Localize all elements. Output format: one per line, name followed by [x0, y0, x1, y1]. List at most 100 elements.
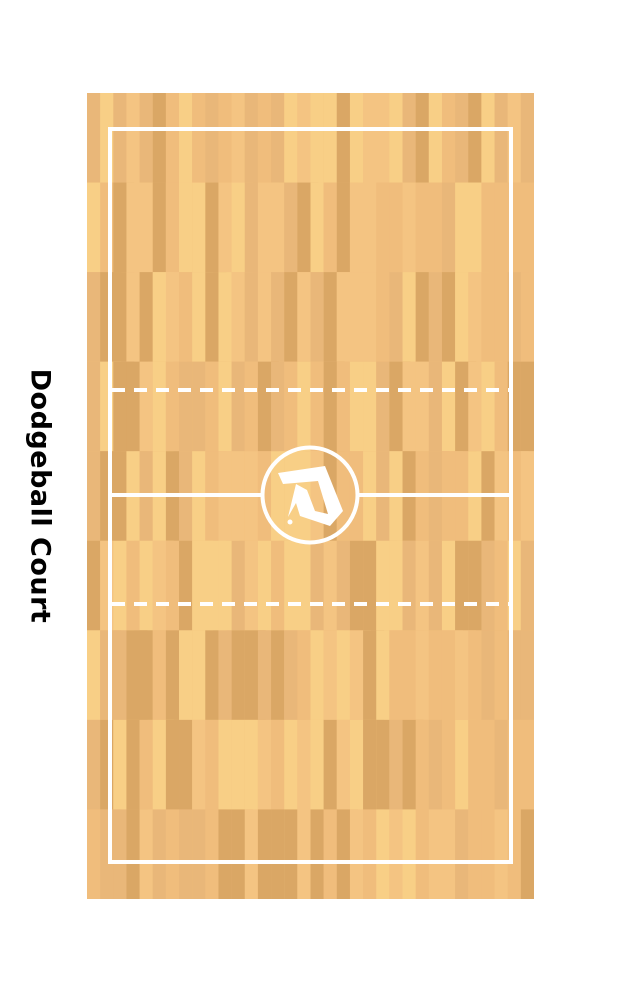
- floor-plank: [87, 540, 101, 631]
- floor-plank: [455, 809, 469, 899]
- floor-plank: [152, 809, 166, 899]
- floor-plank: [336, 719, 350, 810]
- floor-plank: [87, 630, 101, 720]
- floor-plank: [520, 93, 534, 183]
- floor-plank: [376, 809, 390, 899]
- floor-plank: [244, 272, 258, 362]
- floor-plank: [415, 272, 429, 362]
- floor-plank: [271, 719, 285, 810]
- floor-plank: [139, 540, 153, 631]
- floor-plank: [257, 719, 272, 810]
- floor-plank: [231, 540, 245, 631]
- floor-plank: [297, 719, 311, 810]
- floor-plank: [165, 809, 180, 899]
- floor-plank: [336, 630, 350, 720]
- floor-plank: [310, 272, 324, 362]
- floor-plank: [218, 630, 232, 720]
- floor-plank: [363, 272, 377, 362]
- floor-plank: [87, 272, 101, 362]
- floor-plank: [284, 809, 298, 899]
- floor-plank: [481, 272, 495, 362]
- floor-plank: [494, 93, 508, 183]
- floor-plank: [363, 719, 377, 810]
- floor-plank: [271, 272, 285, 362]
- floor-plank: [349, 182, 364, 273]
- floor-plank: [389, 719, 403, 810]
- floor-plank: [244, 361, 258, 452]
- floor-plank: [415, 361, 429, 452]
- floor-plank: [494, 361, 508, 452]
- floor-plank: [205, 630, 219, 720]
- floor-plank: [179, 630, 193, 720]
- floor-plank: [257, 630, 272, 720]
- floor-plank: [520, 719, 534, 810]
- floor-plank: [113, 93, 127, 183]
- floor-plank: [297, 272, 311, 362]
- floor-plank: [349, 809, 364, 899]
- floor-plank: [389, 93, 403, 183]
- floor-plank: [218, 719, 232, 810]
- floor-plank: [520, 361, 534, 452]
- floor-plank: [179, 361, 193, 452]
- floor-plank: [336, 272, 350, 362]
- floor-plank: [244, 719, 258, 810]
- floor-plank: [441, 540, 456, 631]
- floor-plank: [376, 540, 390, 631]
- floor-plank: [441, 93, 456, 183]
- floor-plank: [231, 272, 245, 362]
- floor-plank: [152, 182, 166, 273]
- floor-plank: [310, 719, 324, 810]
- floor-plank: [179, 93, 193, 183]
- floor-plank: [310, 451, 324, 541]
- floor-plank: [415, 540, 429, 631]
- floor-plank: [165, 630, 180, 720]
- floor-plank: [244, 540, 258, 631]
- floor-plank: [402, 361, 416, 452]
- floor-plank: [336, 182, 350, 273]
- floor-plank: [415, 630, 429, 720]
- floor-plank: [481, 93, 495, 183]
- floor-plank: [349, 361, 364, 452]
- floor-plank: [179, 719, 193, 810]
- floor-plank: [87, 93, 101, 183]
- floor-plank: [428, 182, 442, 273]
- floor-plank: [284, 272, 298, 362]
- floor-plank: [126, 182, 140, 273]
- floor-plank: [284, 182, 298, 273]
- floor-plank: [152, 361, 166, 452]
- floor-plank: [113, 719, 127, 810]
- floor-plank: [271, 93, 285, 183]
- floor-plank: [389, 630, 403, 720]
- floor-plank: [257, 809, 272, 899]
- floor-plank: [363, 361, 377, 452]
- floor-plank: [113, 809, 127, 899]
- floor-plank: [257, 93, 272, 183]
- floor-plank: [192, 93, 206, 183]
- floor-plank: [218, 361, 232, 452]
- floor-plank: [139, 809, 153, 899]
- floor-plank: [284, 361, 298, 452]
- floor-plank: [494, 272, 508, 362]
- floor-plank: [428, 719, 442, 810]
- floor-plank: [455, 719, 469, 810]
- floor-plank: [113, 630, 127, 720]
- floor-plank: [126, 719, 140, 810]
- floor-plank: [139, 719, 153, 810]
- floor-plank: [179, 809, 193, 899]
- floor-plank: [323, 719, 337, 810]
- floor-plank: [402, 182, 416, 273]
- floor-plank: [520, 540, 534, 631]
- floor-plank: [231, 719, 245, 810]
- floor-plank: [297, 630, 311, 720]
- floor-plank: [139, 93, 153, 183]
- floor-plank: [455, 540, 469, 631]
- floor-plank: [415, 809, 429, 899]
- floor-plank: [231, 361, 245, 452]
- floor-plank: [165, 93, 180, 183]
- floor-plank: [415, 93, 429, 183]
- floor-plank: [271, 182, 285, 273]
- floor-plank: [205, 182, 219, 273]
- floor-plank: [192, 361, 206, 452]
- floor-plank: [428, 272, 442, 362]
- floor-plank: [481, 182, 495, 273]
